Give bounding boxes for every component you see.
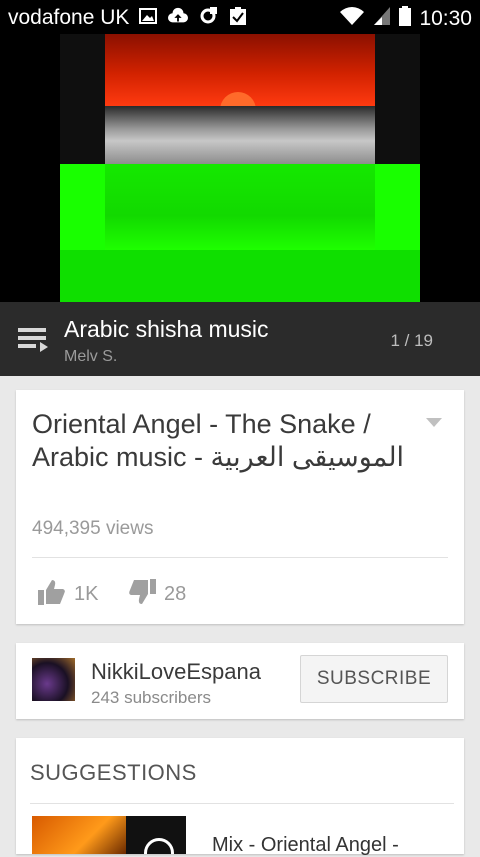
video-player[interactable] [0, 34, 480, 302]
like-count: 1K [74, 582, 99, 605]
video-info-card: Oriental Angel - The Snake / Arabic musi… [16, 390, 464, 624]
wifi-icon [339, 6, 365, 31]
carrier-name: vodafone UK [8, 6, 130, 29]
thumbnail-right [126, 816, 186, 854]
green-band-bottom [60, 250, 420, 302]
playlist-owner: Melv S. [64, 348, 118, 365]
playlist-bar[interactable]: Arabic shisha music Melv S. 1 / 19 [0, 302, 480, 376]
playlist-position: 1 / 19 [390, 331, 433, 350]
desert-dunes [105, 164, 375, 250]
video-title: Oriental Angel - The Snake / Arabic musi… [32, 409, 405, 472]
divider [32, 557, 448, 558]
thumbs-down-icon [128, 578, 156, 610]
video-frame [60, 34, 420, 302]
channel-name[interactable]: NikkiLoveEspana [91, 659, 261, 685]
suggestion-thumbnail[interactable] [32, 816, 186, 854]
clipboard-check-icon [228, 6, 248, 26]
dislike-count: 28 [164, 582, 187, 605]
thumbnail-left [32, 816, 126, 854]
like-button[interactable]: 1K [38, 574, 98, 614]
subscriber-count: 243 subscribers [91, 688, 212, 707]
divider [30, 803, 454, 804]
signal-icon [373, 6, 391, 31]
view-count: 494,395 views [32, 518, 154, 539]
playlist-title: Arabic shisha music [64, 316, 269, 342]
notification-icons [138, 6, 248, 26]
sync-icon [198, 6, 218, 26]
chevron-down-icon[interactable] [426, 418, 442, 427]
status-bar: vodafone UK 10:30 [0, 0, 480, 34]
battery-icon [399, 6, 412, 31]
sea [105, 106, 375, 164]
suggestions-heading: SUGGESTIONS [30, 760, 197, 785]
image-icon [138, 6, 158, 26]
clock: 10:30 [419, 6, 472, 30]
cloud-upload-icon [168, 6, 188, 26]
subscribe-button[interactable]: SUBSCRIBE [300, 655, 448, 703]
dislike-button[interactable]: 28 [128, 574, 186, 614]
thumbs-up-icon [38, 579, 66, 610]
suggestions-card: SUGGESTIONS Mix - Oriental Angel - [16, 738, 464, 856]
channel-card: NikkiLoveEspana 243 subscribers SUBSCRIB… [16, 643, 464, 719]
avatar[interactable] [32, 658, 75, 701]
playlist-icon[interactable] [18, 326, 50, 354]
